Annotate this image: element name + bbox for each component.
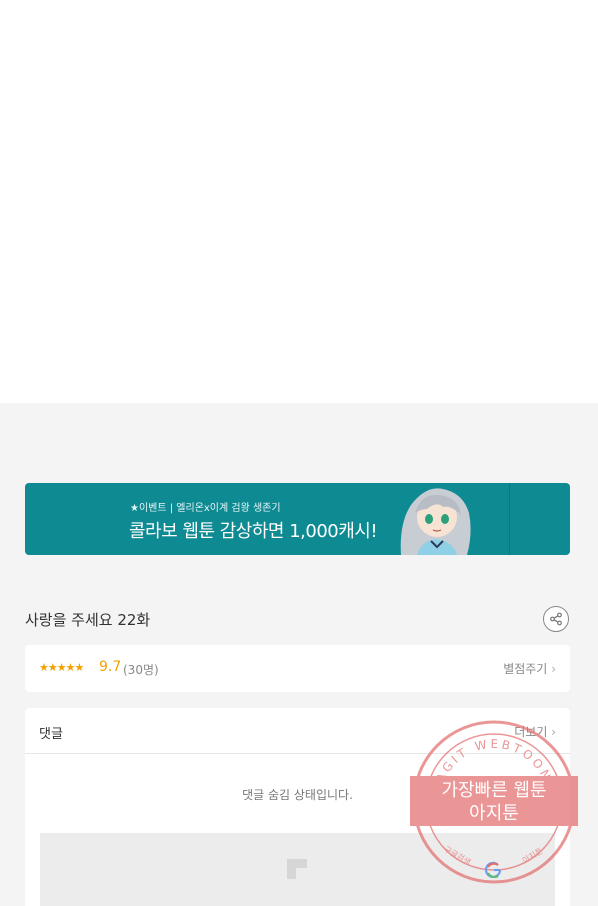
- share-icon: [550, 612, 562, 626]
- rating-count: (30명): [123, 663, 159, 677]
- event-banner[interactable]: ★이벤트 | 엘리온x이계 검왕 생존기 콜라보 웹툰 감상하면 1,000캐시…: [25, 483, 570, 555]
- banner-divider: [509, 483, 510, 555]
- watermark-bottom-left: 구글검색: [442, 844, 473, 867]
- banner-subtitle: ★이벤트 | 엘리온x이계 검왕 생존기: [130, 503, 281, 514]
- share-button[interactable]: [543, 606, 569, 632]
- rating-score: 9.7: [99, 659, 122, 675]
- watermark-bottom-right: 아지툰: [520, 846, 544, 866]
- watermark-line2: 아지툰: [469, 803, 519, 824]
- episode-title: 사랑을 주세요 22화: [25, 611, 151, 629]
- comment-title: 댓글: [39, 727, 63, 742]
- rating-stars: ★★★★★: [39, 661, 84, 674]
- banner-headline: 콜라보 웹툰 감상하면 1,000캐시!: [129, 521, 378, 542]
- rate-button[interactable]: 별점주기 ›: [503, 660, 556, 677]
- watermark-line1: 가장빠른 웹툰: [441, 780, 546, 801]
- placeholder-image-icon: [287, 859, 307, 879]
- watermark-stamp: AGIT WEBTOON 가장빠른 웹툰 아지툰 구글검색 아지툰: [410, 720, 578, 884]
- rating-card: ★★★★★ 9.7 (30명) 별점주기 ›: [25, 645, 570, 692]
- content-blank-area: [0, 0, 598, 403]
- rate-button-label: 별점주기: [503, 662, 548, 676]
- chevron-right-icon: ›: [551, 662, 556, 676]
- banner-character-illustration: [400, 488, 471, 555]
